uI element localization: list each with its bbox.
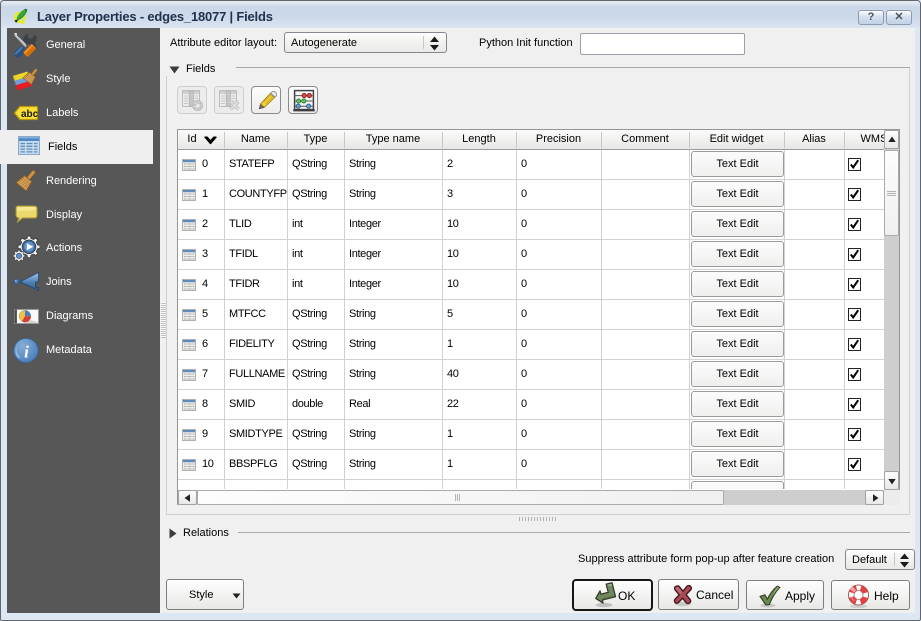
svg-text:abc: abc bbox=[21, 109, 39, 120]
svg-text:i: i bbox=[24, 343, 29, 362]
